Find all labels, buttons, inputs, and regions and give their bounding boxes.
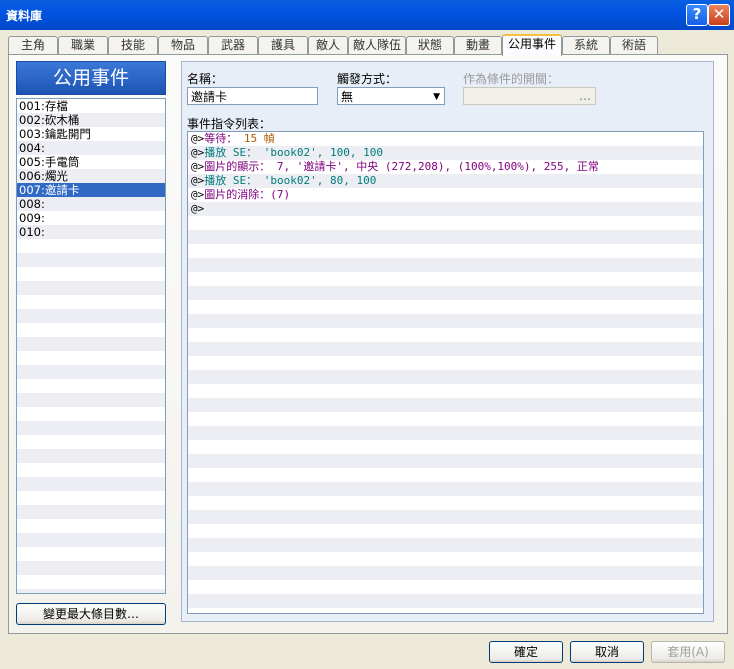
command-name: 播放 SE： (204, 174, 258, 187)
command-args: 7, '邀請卡', 中央 (272,208), (100%,100%), 255… (270, 160, 599, 173)
command-row[interactable]: @>播放 SE： 'book02', 100, 100 (188, 146, 703, 160)
command-args: 'book02', 100, 100 (257, 146, 383, 159)
name-label: 名稱： (187, 72, 224, 86)
change-max-button[interactable]: 變更最大條目數… (16, 603, 166, 625)
tab-12[interactable]: 系統 (562, 36, 610, 54)
list-item[interactable]: 007:邀請卡 (17, 183, 165, 197)
command-list-label: 事件指令列表： (187, 117, 272, 131)
tab-13[interactable]: 術語 (610, 36, 658, 54)
trigger-dropdown[interactable]: 無 ▼ (337, 87, 445, 105)
command-prefix: @> (191, 160, 205, 173)
command-prefix: @> (191, 174, 205, 187)
list-item[interactable]: 009: (17, 211, 165, 225)
switch-field: … (463, 87, 596, 105)
command-name: 圖片的顯示： (204, 160, 271, 173)
command-name: 圖片的消除： (204, 188, 271, 201)
common-event-list[interactable]: 001:存檔 002:砍木桶 003:鑰匙開門 004: 005:手電筒 006:燭光 00… (16, 98, 166, 594)
list-header: 公用事件 (16, 61, 166, 95)
apply-button: 套用(A) (651, 641, 725, 663)
list-item[interactable]: 008: (17, 197, 165, 211)
ok-button[interactable]: 確定 (489, 641, 563, 663)
cancel-button[interactable]: 取消 (570, 641, 644, 663)
command-args: (7) (270, 188, 291, 201)
tab-3[interactable]: 技能 (108, 36, 158, 54)
list-item[interactable]: 004: (17, 141, 165, 155)
window-title: 資料庫 (6, 9, 43, 23)
chevron-down-icon: ▼ (433, 92, 440, 102)
tab-8[interactable]: 敵人隊伍 (348, 36, 406, 54)
tab-10[interactable]: 動畫 (454, 36, 502, 54)
command-row[interactable]: @>圖片的顯示： 7, '邀請卡', 中央 (272,208), (100%,1… (188, 160, 703, 174)
command-prefix: @> (191, 132, 205, 145)
list-item[interactable]: 006:燭光 (17, 169, 165, 183)
list-item[interactable]: 005:手電筒 (17, 155, 165, 169)
command-row[interactable]: @> (188, 202, 703, 216)
tab-bar: 主角 職業 技能 物品 武器 護具 敵人 敵人隊伍 狀態 動畫 公用事件 系統 術語 (8, 34, 728, 56)
tab-5[interactable]: 武器 (208, 36, 258, 54)
command-args: 'book02', 80, 100 (257, 174, 377, 187)
list-item[interactable]: 002:砍木桶 (17, 113, 165, 127)
list-item[interactable]: 010: (17, 225, 165, 239)
command-name: 播放 SE： (204, 146, 258, 159)
tab-11[interactable]: 公用事件 (502, 34, 562, 56)
command-prefix: @> (191, 188, 205, 201)
command-row[interactable]: @>播放 SE： 'book02', 80, 100 (188, 174, 703, 188)
tab-2[interactable]: 職業 (58, 36, 108, 54)
event-command-list[interactable]: @>等待： 15 幀 @>播放 SE： 'book02', 100, 100 @>圖… (187, 131, 704, 614)
command-name: 等待： (204, 132, 238, 145)
switch-browse-button: … (579, 89, 591, 103)
title-bar: 資料庫 ? ✕ (0, 0, 734, 30)
tab-7[interactable]: 敵人 (308, 36, 348, 54)
tab-4[interactable]: 物品 (158, 36, 208, 54)
command-prefix: @> (191, 202, 205, 215)
trigger-label: 觸發方式： (337, 72, 398, 86)
name-input[interactable]: 邀請卡 (187, 87, 318, 105)
command-args: 15 幀 (237, 132, 275, 145)
close-button[interactable]: ✕ (708, 4, 730, 26)
help-button[interactable]: ? (686, 4, 708, 26)
list-item[interactable]: 003:鑰匙開門 (17, 127, 165, 141)
tab-6[interactable]: 護具 (258, 36, 308, 54)
trigger-value: 無 (341, 90, 354, 104)
command-prefix: @> (191, 146, 205, 159)
command-row[interactable]: @>圖片的消除：(7) (188, 188, 703, 202)
command-row[interactable]: @>等待： 15 幀 (188, 132, 703, 146)
switch-label: 作為條件的開關： (463, 72, 560, 86)
tab-1[interactable]: 主角 (8, 36, 58, 54)
tab-9[interactable]: 狀態 (406, 36, 454, 54)
list-item[interactable]: 001:存檔 (17, 99, 165, 113)
